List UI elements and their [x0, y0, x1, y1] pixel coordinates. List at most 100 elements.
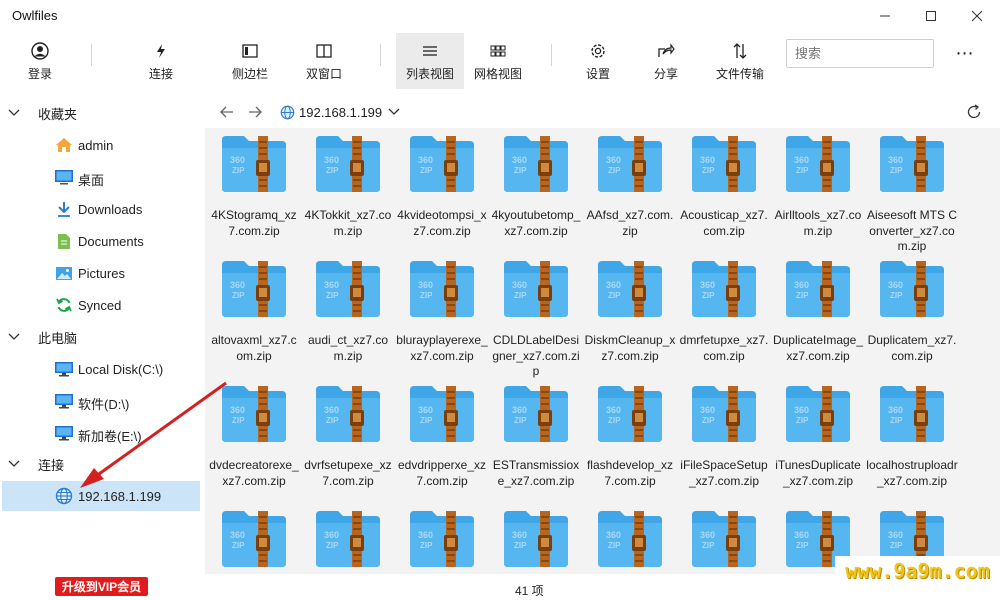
file-transfer-button[interactable]: 文件传输 — [710, 33, 770, 89]
settings-button[interactable]: 设置 — [574, 33, 622, 89]
zip-file-icon: 360ZIP — [410, 386, 474, 442]
sidebar-icon — [242, 41, 258, 61]
file-name: CDLDLabelDesigner_xz7.com.zip — [492, 333, 580, 378]
sidebar-item-connection-192-168-1-199[interactable]: 192.168.1.199 — [2, 481, 200, 511]
zip-badge: 360 — [888, 280, 903, 290]
more-menu-button[interactable]: ⋯ — [950, 38, 980, 68]
zip-file-icon: 360ZIP — [880, 386, 944, 442]
breadcrumb[interactable]: 192.168.1.199 — [280, 102, 400, 122]
zip-badge: 360 — [512, 155, 527, 165]
file-item[interactable]: 360 ZIP Aiseesoft MTS Converter_xz7.com.zi… — [866, 134, 958, 253]
sidebar-toggle-label: 侧边栏 — [231, 66, 268, 81]
zip-badge: 360 — [606, 280, 621, 290]
sidebar-item-pictures[interactable]: Pictures — [2, 258, 200, 288]
file-item[interactable]: 360 ZIP 4KStogramq_xz7.com.zip — [208, 134, 300, 252]
back-button[interactable] — [217, 102, 237, 122]
file-item[interactable]: 360 ZIP — [678, 509, 770, 574]
sidebar-item-label: 软件(D:\) — [78, 397, 130, 412]
share-button[interactable]: 分享 — [642, 33, 690, 89]
file-item[interactable]: 360 ZIP — [396, 509, 488, 574]
zip-badge: 360 — [512, 280, 527, 290]
toolbar-divider — [551, 44, 552, 66]
file-item[interactable]: 360 ZIP blurayplayerexe_xz7.com.zip — [396, 259, 488, 377]
file-item[interactable]: 360 ZIP Airlltools_xz7.com.zip — [772, 134, 864, 252]
chevron-down-icon — [388, 108, 400, 116]
file-item[interactable]: 360 ZIP — [490, 509, 582, 574]
file-item[interactable]: 360 ZIP — [208, 509, 300, 574]
file-transfer-label: 文件传输 — [715, 66, 764, 81]
sidebar-item-synced[interactable]: Synced — [2, 290, 200, 320]
login-button[interactable]: 登录 — [16, 33, 64, 89]
upgrade-vip-button[interactable]: 升级到VIP会员 — [55, 577, 148, 596]
file-item[interactable]: 360 ZIP iFileSpaceSetup_xz7.com.zip — [678, 384, 770, 502]
list-view-button[interactable]: 列表视图 — [396, 33, 464, 89]
watermark: www.9a9m.com — [835, 556, 1000, 586]
file-item[interactable]: 360 ZIP 4kvideotompsi_xz7.com.zip — [396, 134, 488, 252]
file-name: DuplicateImage_xz7.com.zip — [772, 333, 864, 363]
zip-type: ZIP — [232, 166, 245, 175]
close-button[interactable] — [954, 0, 1000, 32]
sidebar-item-drive-c[interactable]: Local Disk(C:\) — [2, 354, 200, 384]
favorites-group-header[interactable]: 收藏夹 — [8, 99, 77, 127]
sidebar-item-desktop[interactable]: 桌面 — [2, 162, 200, 192]
file-item[interactable]: 360 ZIP altovaxml_xz7.com.zip — [208, 259, 300, 377]
file-item[interactable]: 360 ZIP 4kyoutubetomp_xz7.com.zip — [490, 134, 582, 252]
app-window: Owlfiles 登录 连接 侧边栏 双窗口 列表视图 网格视图 设置 分享 文… — [0, 0, 1000, 600]
search-input[interactable] — [786, 39, 934, 68]
file-item[interactable]: 360 ZIP DuplicateImage_xz7.com.zip — [772, 259, 864, 377]
zip-badge: 360 — [418, 155, 433, 165]
dual-pane-button[interactable]: 双窗口 — [300, 33, 348, 89]
zip-type: ZIP — [702, 416, 715, 425]
grid-view-button[interactable]: 网格视图 — [468, 33, 528, 89]
file-item[interactable]: 360 ZIP — [302, 509, 394, 574]
minimize-button[interactable] — [862, 0, 908, 32]
file-item[interactable]: 360 ZIP AAfsd_xz7.com.zip — [584, 134, 676, 252]
file-name: dvdecreatorexe_xz7.com.zip — [209, 458, 299, 488]
file-item[interactable]: 360 ZIP ESTransmissioxe_xz7.com.zip — [490, 384, 582, 502]
user-icon — [31, 41, 49, 61]
forward-button[interactable] — [245, 102, 265, 122]
file-item[interactable]: 360 ZIP audi_ct_xz7.com.zip — [302, 259, 394, 377]
file-item[interactable]: 360 ZIP CDLDLabelDesigner_xz7.com.zip — [490, 259, 582, 378]
file-item[interactable]: 360 ZIP localhostruploadr_xz7.com.zip — [866, 384, 958, 502]
sidebar-item-documents[interactable]: Documents — [2, 226, 200, 256]
file-name: iTunesDuplicate_xz7.com.zip — [775, 458, 861, 488]
file-item[interactable]: 360 ZIP DiskmCleanup_xz7.com.zip — [584, 259, 676, 377]
file-item[interactable]: 360 ZIP Duplicatem_xz7.com.zip — [866, 259, 958, 377]
connect-button[interactable]: 连接 — [137, 33, 185, 89]
zip-badge: 360 — [512, 530, 527, 540]
file-item[interactable]: 360 ZIP Acousticap_xz7.com.zip — [678, 134, 770, 252]
connections-group-header[interactable]: 连接 — [8, 450, 64, 478]
zip-badge: 360 — [230, 405, 245, 415]
file-name: Acousticap_xz7.com.zip — [680, 208, 768, 238]
sidebar-item-downloads[interactable]: Downloads — [2, 194, 200, 224]
this-pc-group-header[interactable]: 此电脑 — [8, 323, 77, 351]
file-item[interactable]: 360 ZIP 4KTokkit_xz7.com.zip — [302, 134, 394, 252]
zip-type: ZIP — [232, 541, 245, 550]
sidebar-toggle-button[interactable]: 侧边栏 — [226, 33, 274, 89]
zip-type: ZIP — [514, 416, 527, 425]
sidebar-item-admin[interactable]: admin — [2, 130, 200, 160]
zip-file-icon: 360ZIP — [880, 136, 944, 192]
maximize-button[interactable] — [908, 0, 954, 32]
file-name: Aiseesoft MTS Converter_xz7.com.zip — [866, 208, 958, 253]
file-name: AAfsd_xz7.com.zip — [586, 208, 674, 238]
file-item[interactable]: 360 ZIP dmrfetupxe_xz7.com.zip — [678, 259, 770, 377]
file-name: 4KTokkit_xz7.com.zip — [304, 208, 392, 238]
item-count: 41 项 — [515, 584, 544, 598]
file-item[interactable]: 360 ZIP dvdecreatorexe_xz7.com.zip — [208, 384, 300, 502]
sidebar-item-drive-d[interactable]: 软件(D:\) — [2, 386, 200, 416]
app-title: Owlfiles — [12, 8, 58, 23]
file-item[interactable]: 360 ZIP flashdevelop_xz7.com.zip — [584, 384, 676, 502]
zip-type: ZIP — [326, 541, 339, 550]
file-item[interactable]: 360 ZIP dvrfsetupexe_xz7.com.zip — [302, 384, 394, 502]
settings-label: 设置 — [585, 66, 610, 81]
sidebar-item-drive-e[interactable]: 新加卷(E:\) — [2, 418, 200, 448]
file-item[interactable]: 360 ZIP — [584, 509, 676, 574]
refresh-button[interactable] — [963, 101, 985, 123]
file-item[interactable]: 360 ZIP iTunesDuplicate_xz7.com.zip — [772, 384, 864, 502]
zip-type: ZIP — [232, 291, 245, 300]
address-bar: 192.168.1.199 — [205, 96, 1000, 128]
file-item[interactable]: 360 ZIP edvdripperxe_xz7.com.zip — [396, 384, 488, 502]
file-name: iFileSpaceSetup_xz7.com.zip — [680, 458, 768, 488]
